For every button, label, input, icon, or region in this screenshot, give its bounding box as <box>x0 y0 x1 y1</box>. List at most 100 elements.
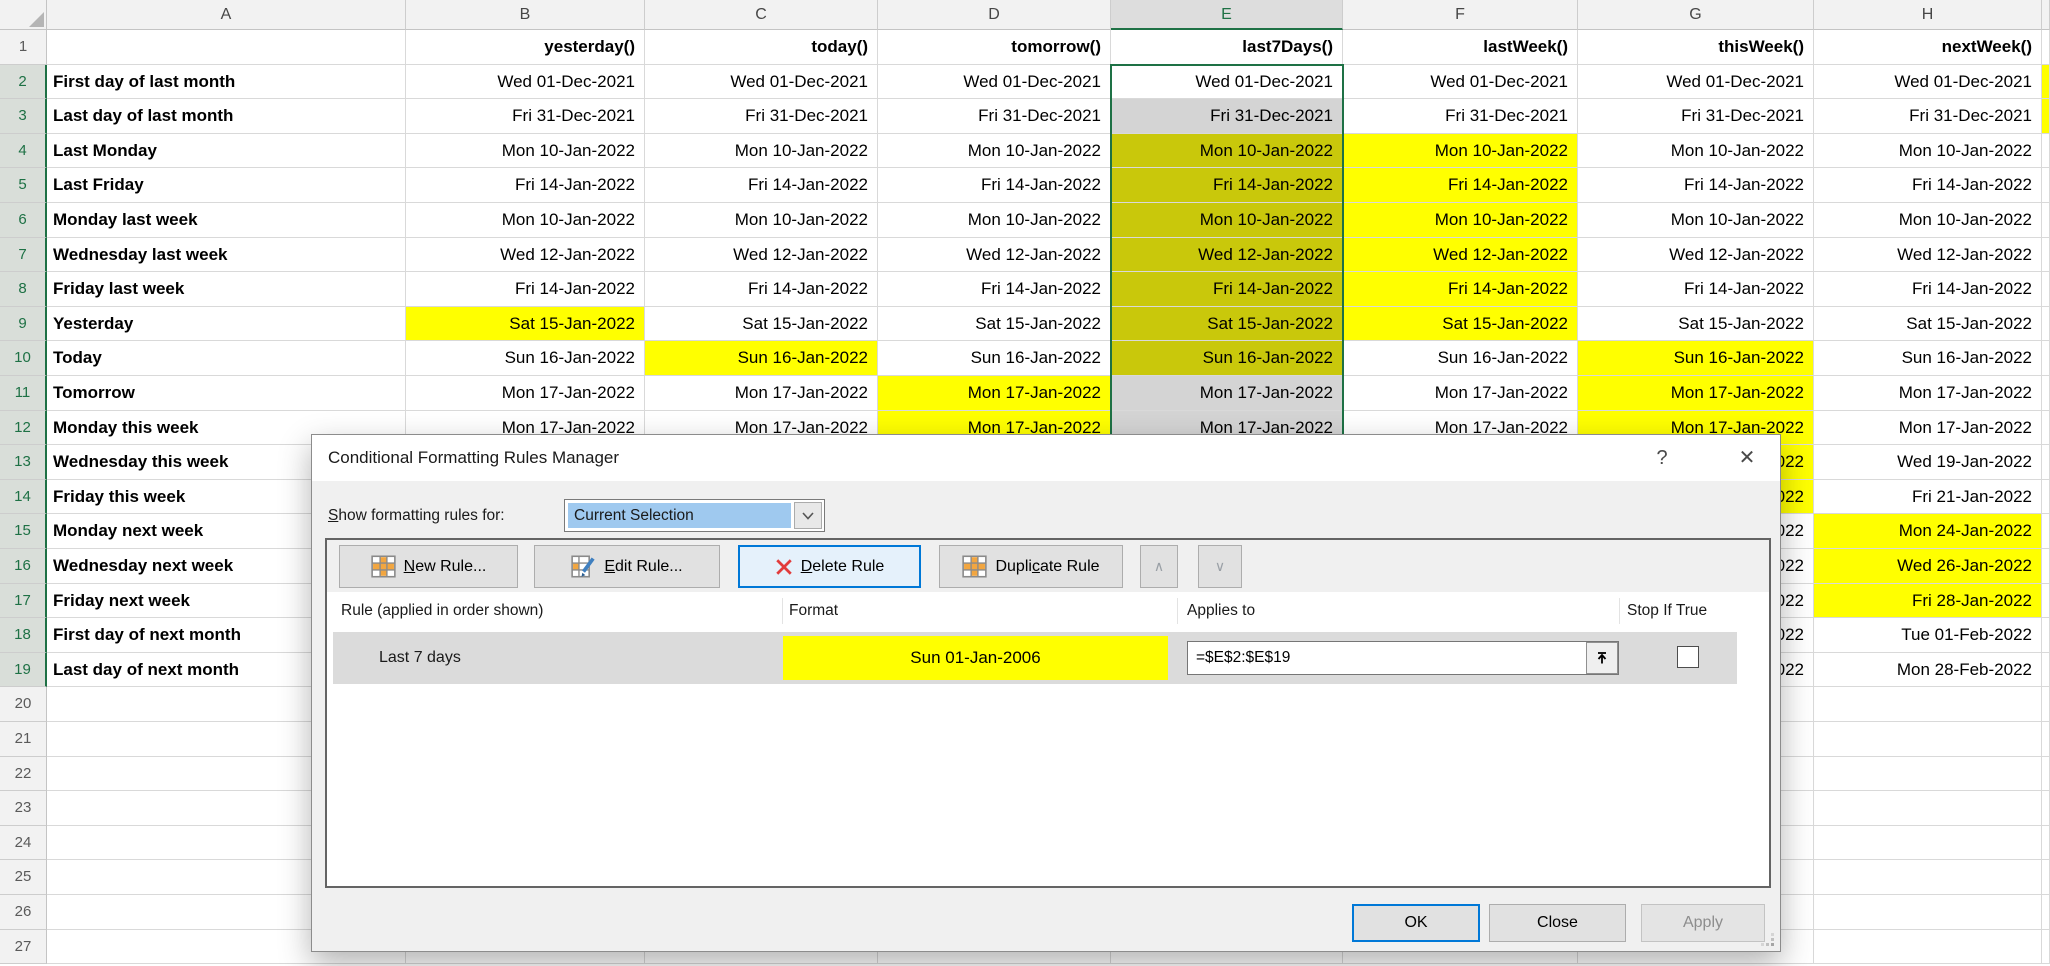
cell-D7[interactable]: Wed 12-Jan-2022 <box>878 238 1111 273</box>
row-header-25[interactable]: 25 <box>0 860 47 895</box>
cell-D2[interactable]: Wed 01-Dec-2021 <box>878 65 1111 100</box>
cell-H8[interactable]: Fri 14-Jan-2022 <box>1814 272 2042 307</box>
cell-D10[interactable]: Sun 16-Jan-2022 <box>878 341 1111 376</box>
cell-C1[interactable]: today() <box>645 30 878 65</box>
cell-E2[interactable]: Wed 01-Dec-2021 <box>1111 65 1343 100</box>
row-header-12[interactable]: 12 <box>0 411 47 446</box>
row-header-14[interactable]: 14 <box>0 480 47 515</box>
cell-I4[interactable] <box>2042 134 2050 169</box>
column-header-H[interactable]: H <box>1814 0 2042 30</box>
column-header-I[interactable] <box>2042 0 2050 30</box>
cell-A4[interactable]: Last Monday <box>47 134 406 169</box>
apply-button[interactable]: Apply <box>1641 904 1765 942</box>
cell-H19[interactable]: Mon 28-Feb-2022 <box>1814 653 2042 688</box>
cell-C11[interactable]: Mon 17-Jan-2022 <box>645 376 878 411</box>
cell-I6[interactable] <box>2042 203 2050 238</box>
cell-A3[interactable]: Last day of last month <box>47 99 406 134</box>
cell-A7[interactable]: Wednesday last week <box>47 238 406 273</box>
cell-H26[interactable] <box>1814 895 2042 930</box>
cell-C7[interactable]: Wed 12-Jan-2022 <box>645 238 878 273</box>
row-header-21[interactable]: 21 <box>0 722 47 757</box>
column-header-C[interactable]: C <box>645 0 878 30</box>
scope-dropdown[interactable]: Current Selection <box>564 499 825 532</box>
row-header-4[interactable]: 4 <box>0 134 47 169</box>
cell-H17[interactable]: Fri 28-Jan-2022 <box>1814 584 2042 619</box>
cell-G8[interactable]: Fri 14-Jan-2022 <box>1578 272 1814 307</box>
cell-B2[interactable]: Wed 01-Dec-2021 <box>406 65 645 100</box>
cell-A9[interactable]: Yesterday <box>47 307 406 342</box>
cell-D8[interactable]: Fri 14-Jan-2022 <box>878 272 1111 307</box>
cell-E7[interactable]: Wed 12-Jan-2022 <box>1111 238 1343 273</box>
cell-D11[interactable]: Mon 17-Jan-2022 <box>878 376 1111 411</box>
resize-grip[interactable] <box>1759 931 1775 947</box>
row-header-20[interactable]: 20 <box>0 687 47 722</box>
applies-to-input[interactable] <box>1187 641 1619 675</box>
help-icon[interactable]: ? <box>1645 435 1679 481</box>
cell-G7[interactable]: Wed 12-Jan-2022 <box>1578 238 1814 273</box>
cell-I13[interactable] <box>2042 445 2050 480</box>
cell-D3[interactable]: Fri 31-Dec-2021 <box>878 99 1111 134</box>
cell-A5[interactable]: Last Friday <box>47 168 406 203</box>
chevron-down-icon[interactable] <box>794 502 822 529</box>
cell-H4[interactable]: Mon 10-Jan-2022 <box>1814 134 2042 169</box>
column-header-E[interactable]: E <box>1111 0 1343 30</box>
cell-B9[interactable]: Sat 15-Jan-2022 <box>406 307 645 342</box>
cell-H6[interactable]: Mon 10-Jan-2022 <box>1814 203 2042 238</box>
move-rule-up-button[interactable]: ∧ <box>1140 545 1178 588</box>
cell-H20[interactable] <box>1814 687 2042 722</box>
cell-B4[interactable]: Mon 10-Jan-2022 <box>406 134 645 169</box>
cell-I17[interactable] <box>2042 584 2050 619</box>
cell-E9[interactable]: Sat 15-Jan-2022 <box>1111 307 1343 342</box>
row-header-9[interactable]: 9 <box>0 307 47 342</box>
cell-I15[interactable] <box>2042 514 2050 549</box>
cell-H14[interactable]: Fri 21-Jan-2022 <box>1814 480 2042 515</box>
dialog-titlebar[interactable]: Conditional Formatting Rules Manager ? ✕ <box>312 435 1780 481</box>
cell-C6[interactable]: Mon 10-Jan-2022 <box>645 203 878 238</box>
cell-I5[interactable] <box>2042 168 2050 203</box>
cell-I25[interactable] <box>2042 860 2050 895</box>
row-header-13[interactable]: 13 <box>0 445 47 480</box>
cell-I23[interactable] <box>2042 791 2050 826</box>
cell-I24[interactable] <box>2042 826 2050 861</box>
cell-G4[interactable]: Mon 10-Jan-2022 <box>1578 134 1814 169</box>
row-header-18[interactable]: 18 <box>0 618 47 653</box>
cell-B6[interactable]: Mon 10-Jan-2022 <box>406 203 645 238</box>
row-header-1[interactable]: 1 <box>0 30 47 65</box>
close-icon[interactable]: ✕ <box>1730 435 1764 481</box>
cell-A11[interactable]: Tomorrow <box>47 376 406 411</box>
new-rule-button[interactable]: New Rule... <box>339 545 518 588</box>
cell-H16[interactable]: Wed 26-Jan-2022 <box>1814 549 2042 584</box>
cell-D5[interactable]: Fri 14-Jan-2022 <box>878 168 1111 203</box>
move-rule-down-button[interactable]: ∨ <box>1198 545 1242 588</box>
cell-F1[interactable]: lastWeek() <box>1343 30 1578 65</box>
cell-H24[interactable] <box>1814 826 2042 861</box>
cell-C8[interactable]: Fri 14-Jan-2022 <box>645 272 878 307</box>
stop-if-true-checkbox[interactable] <box>1677 646 1699 668</box>
cell-H5[interactable]: Fri 14-Jan-2022 <box>1814 168 2042 203</box>
cell-F5[interactable]: Fri 14-Jan-2022 <box>1343 168 1578 203</box>
row-header-10[interactable]: 10 <box>0 341 47 376</box>
cell-G9[interactable]: Sat 15-Jan-2022 <box>1578 307 1814 342</box>
cell-H25[interactable] <box>1814 860 2042 895</box>
cell-G5[interactable]: Fri 14-Jan-2022 <box>1578 168 1814 203</box>
cell-E8[interactable]: Fri 14-Jan-2022 <box>1111 272 1343 307</box>
cell-E5[interactable]: Fri 14-Jan-2022 <box>1111 168 1343 203</box>
cell-C3[interactable]: Fri 31-Dec-2021 <box>645 99 878 134</box>
column-header-D[interactable]: D <box>878 0 1111 30</box>
cell-I3[interactable] <box>2042 99 2050 134</box>
cell-I22[interactable] <box>2042 757 2050 792</box>
cell-I2[interactable] <box>2042 65 2050 100</box>
cell-I10[interactable] <box>2042 341 2050 376</box>
cell-I19[interactable] <box>2042 653 2050 688</box>
cell-I27[interactable] <box>2042 930 2050 965</box>
cell-A1[interactable] <box>47 30 406 65</box>
cell-I14[interactable] <box>2042 480 2050 515</box>
row-header-6[interactable]: 6 <box>0 203 47 238</box>
row-header-15[interactable]: 15 <box>0 514 47 549</box>
cell-G10[interactable]: Sun 16-Jan-2022 <box>1578 341 1814 376</box>
cell-A10[interactable]: Today <box>47 341 406 376</box>
cell-H9[interactable]: Sat 15-Jan-2022 <box>1814 307 2042 342</box>
cell-F7[interactable]: Wed 12-Jan-2022 <box>1343 238 1578 273</box>
cell-C5[interactable]: Fri 14-Jan-2022 <box>645 168 878 203</box>
cell-H10[interactable]: Sun 16-Jan-2022 <box>1814 341 2042 376</box>
